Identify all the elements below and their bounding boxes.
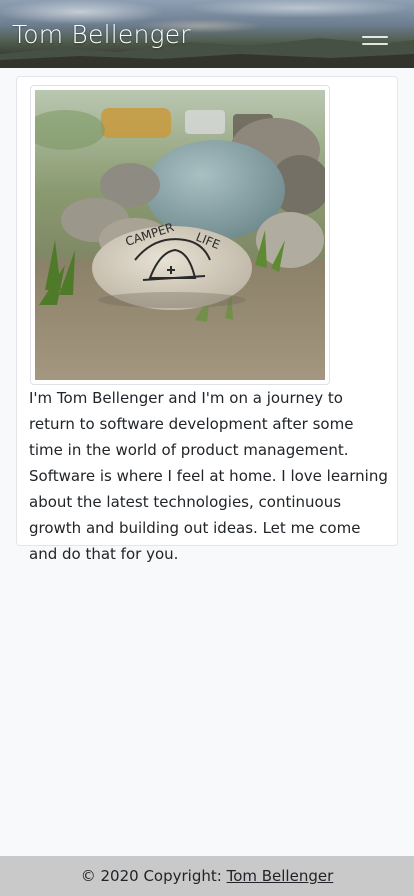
campfire-rock-photo: CAMPER LIFE bbox=[35, 90, 325, 380]
profile-card: CAMPER LIFE I'm Tom Bellenger and I'm on… bbox=[16, 76, 398, 563]
footer: © 2020 Copyright: Tom Bellenger bbox=[0, 856, 414, 896]
bio-text: I'm Tom Bellenger and I'm on a journey t… bbox=[29, 389, 388, 563]
copyright-text: © 2020 Copyright: bbox=[80, 867, 222, 885]
navbar: Tom Bellenger bbox=[0, 0, 414, 68]
footer-author-link[interactable]: Tom Bellenger bbox=[227, 867, 334, 885]
hamburger-menu-icon[interactable] bbox=[362, 36, 388, 46]
navbar-brand[interactable]: Tom Bellenger bbox=[12, 20, 191, 49]
profile-photo: CAMPER LIFE bbox=[30, 85, 330, 385]
